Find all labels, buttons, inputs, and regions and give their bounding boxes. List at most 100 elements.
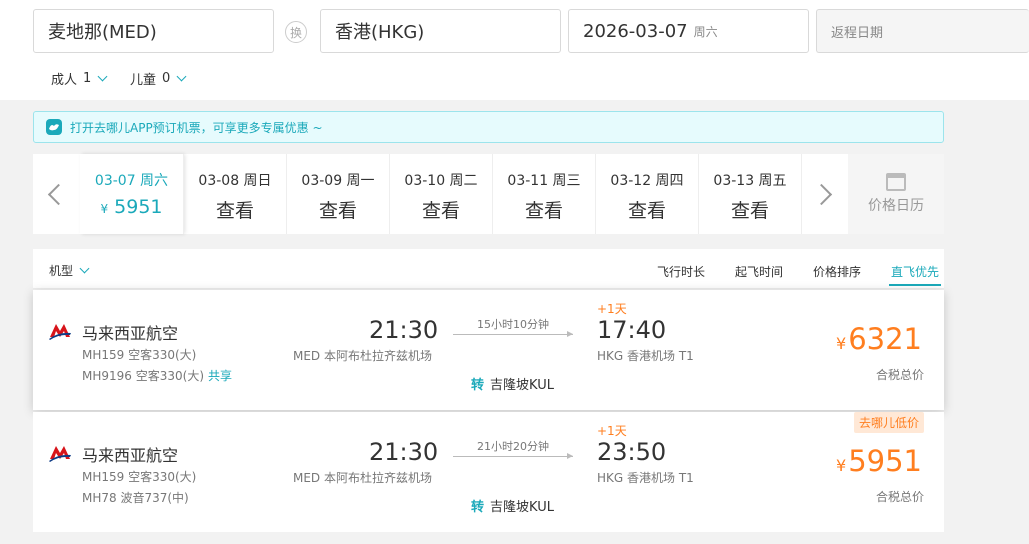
swap-button[interactable]: 换	[285, 21, 307, 43]
transfer-tag: 转	[471, 378, 485, 393]
child-selector[interactable]: 儿童 0	[130, 69, 187, 88]
flight-number-1: MH159 空客330(大)	[82, 470, 197, 484]
date-tab-label: 03-07 周六	[94, 173, 169, 189]
date-tab-label: 03-11 周三	[507, 173, 581, 189]
depart-date-value: 2026-03-07	[583, 20, 688, 42]
transfer-tag: 转	[471, 500, 485, 515]
currency-symbol: ¥	[836, 334, 847, 353]
flight-number-2: MH78 波音737(中)	[82, 491, 189, 505]
sort-departure-time[interactable]: 起飞时间	[735, 263, 783, 280]
transfer-info: 转吉隆坡KUL	[471, 374, 554, 393]
qunar-app-icon	[46, 119, 62, 135]
next-day-tag: +1天	[597, 424, 627, 438]
adult-count: 1	[83, 71, 92, 86]
next-dates-button[interactable]	[801, 154, 847, 234]
codeshare-tag: 共享	[208, 369, 233, 383]
transfer-info: 转吉隆坡KUL	[471, 496, 554, 515]
route-arrow-icon	[453, 331, 573, 337]
date-tab[interactable]: 03-12 周四 查看	[595, 154, 698, 234]
date-tab-label: 03-10 周二	[404, 173, 478, 189]
date-tab-view: 查看	[215, 200, 254, 222]
app-promo-notice[interactable]: 打开去哪儿APP预订机票，可享更多专属优惠 ~	[33, 111, 944, 143]
flight-price[interactable]: ¥6321	[836, 322, 922, 356]
chevron-left-icon	[47, 183, 70, 205]
depart-weekday: 周六	[693, 24, 718, 39]
child-label: 儿童	[130, 73, 157, 88]
airline-name: 马来西亚航空	[82, 324, 179, 343]
date-tab[interactable]: 03-10 周二 查看	[389, 154, 492, 234]
departure-airport: MED 本阿布杜拉齐兹机场	[293, 471, 432, 485]
arrival-airport: HKG 香港机场 T1	[597, 471, 694, 485]
chevron-down-icon	[176, 71, 187, 82]
flight-card[interactable]: 马来西亚航空 MH159 空客330(大) MH78 波音737(中) 21:3…	[33, 412, 944, 532]
sort-bar: 机型 飞行时长 起飞时间 价格排序 直飞优先	[33, 249, 944, 289]
currency-symbol: ¥	[836, 456, 847, 475]
aircraft-type-filter[interactable]: 机型	[49, 262, 90, 279]
route-arrow-icon	[453, 453, 573, 459]
flight-duration: 15小时10分钟	[477, 318, 549, 331]
destination-field[interactable]: 香港(HKG)	[320, 9, 561, 53]
date-tab-label: 03-08 周日	[198, 173, 272, 189]
date-tab-label: 03-09 周一	[301, 173, 375, 189]
date-tab[interactable]: 03-13 周五 查看	[698, 154, 801, 234]
flight-price[interactable]: ¥5951	[836, 444, 922, 478]
date-price-strip: 03-07 周六 ¥5951 03-08 周日 查看 03-09 周一 查看 0…	[33, 154, 944, 234]
child-count: 0	[162, 71, 171, 86]
flight-price-value: 5951	[848, 444, 922, 478]
calendar-icon	[886, 173, 906, 191]
flight-price-value: 6321	[848, 322, 922, 356]
date-tab-price: ¥5951	[80, 196, 183, 218]
currency-symbol: ¥	[100, 202, 109, 216]
malaysia-airlines-logo-icon	[49, 446, 71, 462]
date-tab-view: 查看	[421, 200, 460, 222]
search-panel: 麦地那(MED) 换 香港(HKG) 2026-03-07 周六 返程日期 成人…	[0, 0, 1029, 100]
return-date-placeholder: 返程日期	[831, 25, 884, 41]
price-calendar-label: 价格日历	[868, 198, 924, 214]
departure-airport: MED 本阿布杜拉齐兹机场	[293, 349, 432, 363]
flight-number-2-text: MH9196 空客330(大)	[82, 369, 204, 383]
date-tab-view: 查看	[524, 200, 563, 222]
date-tab-label: 03-12 周四	[610, 173, 684, 189]
aircraft-type-label: 机型	[49, 264, 74, 278]
date-tab-label: 03-13 周五	[713, 173, 787, 189]
arrival-time: 23:50	[597, 438, 667, 466]
date-tab-view: 查看	[627, 200, 666, 222]
date-tab[interactable]: 03-08 周日 查看	[183, 154, 286, 234]
date-tab-view: 查看	[318, 200, 357, 222]
next-day-tag: +1天	[597, 302, 627, 316]
sort-price[interactable]: 价格排序	[813, 263, 861, 280]
flight-number-1: MH159 空客330(大)	[82, 348, 197, 362]
destination-value: 香港(HKG)	[335, 22, 425, 43]
date-tab[interactable]: 03-11 周三 查看	[492, 154, 595, 234]
sort-direct-first[interactable]: 直飞优先	[891, 263, 939, 280]
transfer-city: 吉隆坡KUL	[490, 500, 554, 515]
return-date-field[interactable]: 返程日期	[816, 9, 1029, 53]
adult-selector[interactable]: 成人 1	[51, 69, 108, 88]
prev-dates-button[interactable]	[33, 154, 78, 234]
airline-name: 马来西亚航空	[82, 446, 179, 465]
arrival-airport: HKG 香港机场 T1	[597, 349, 694, 363]
active-sort-underline	[889, 284, 941, 286]
chevron-down-icon	[97, 71, 108, 82]
chevron-down-icon	[79, 263, 90, 274]
origin-value: 麦地那(MED)	[48, 22, 157, 43]
flight-number-2: MH9196 空客330(大) 共享	[82, 367, 232, 384]
transfer-city: 吉隆坡KUL	[490, 378, 554, 393]
date-tab[interactable]: 03-09 周一 查看	[286, 154, 389, 234]
flight-duration: 21小时20分钟	[477, 440, 549, 453]
chevron-right-icon	[810, 183, 833, 205]
flight-card[interactable]: 马来西亚航空 MH159 空客330(大) MH9196 空客330(大) 共享 …	[33, 290, 944, 410]
depart-date-field[interactable]: 2026-03-07 周六	[568, 9, 809, 53]
adult-label: 成人	[51, 73, 78, 88]
low-price-badge: 去哪儿低价	[853, 412, 924, 433]
tax-included-label: 合税总价	[875, 368, 924, 382]
date-tab-active[interactable]: 03-07 周六 ¥5951	[80, 154, 183, 234]
price-calendar-button[interactable]: 价格日历	[848, 154, 944, 234]
arrival-time: 17:40	[597, 316, 667, 344]
notice-text: 打开去哪儿APP预订机票，可享更多专属优惠 ~	[70, 120, 323, 135]
tax-included-label: 合税总价	[875, 490, 924, 504]
date-tab-view: 查看	[730, 200, 769, 222]
date-tab-price-value: 5951	[114, 196, 163, 218]
sort-duration[interactable]: 飞行时长	[657, 263, 705, 280]
origin-field[interactable]: 麦地那(MED)	[33, 9, 274, 53]
